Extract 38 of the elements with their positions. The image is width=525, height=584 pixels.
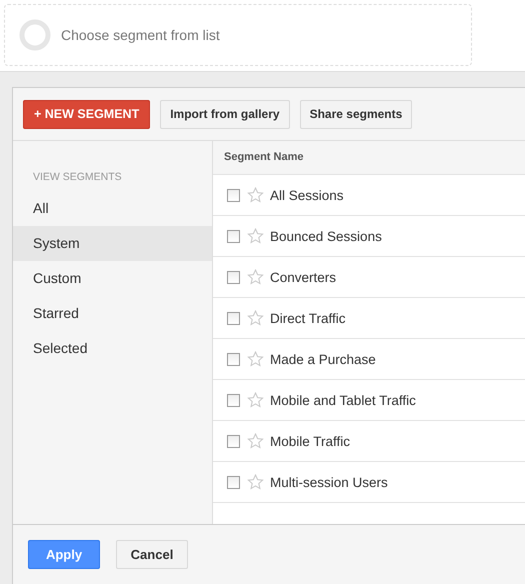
star-icon[interactable]: [247, 187, 264, 203]
toolbar-button[interactable]: Import from gallery: [160, 100, 290, 128]
segment-picker[interactable]: Choose segment from list: [4, 4, 472, 66]
checkbox[interactable]: [227, 230, 240, 242]
segment-name: Bounced Sessions: [270, 228, 382, 244]
toolbar-button[interactable]: Share segments: [300, 100, 412, 128]
segment-name: Direct Traffic: [270, 310, 346, 326]
checkbox[interactable]: [227, 312, 240, 324]
star-icon[interactable]: [247, 392, 264, 408]
new-segment-button[interactable]: + NEW SEGMENT: [23, 100, 150, 128]
segment-name: Made a Purchase: [270, 352, 376, 366]
checkbox[interactable]: [227, 270, 240, 284]
checkbox[interactable]: [227, 476, 240, 488]
segment-name: Converters: [270, 270, 336, 284]
sidebar-item[interactable]: System: [13, 226, 212, 261]
sidebar-item[interactable]: Selected: [13, 331, 212, 366]
checkbox[interactable]: [227, 188, 240, 202]
checkbox[interactable]: [227, 394, 240, 406]
checkbox[interactable]: [227, 434, 240, 448]
picker-placeholder: Choose segment from list: [61, 27, 220, 43]
segment-name: Mobile and Tablet Traffic: [270, 392, 416, 408]
star-icon[interactable]: [247, 474, 264, 490]
star-icon[interactable]: [247, 351, 264, 367]
segment-name: All Sessions: [270, 188, 344, 202]
star-icon[interactable]: [247, 269, 264, 285]
star-icon[interactable]: [247, 310, 264, 326]
segment-name: Mobile Traffic: [270, 434, 350, 448]
sidebar-item[interactable]: All: [13, 191, 212, 226]
spinner-icon: [19, 19, 51, 51]
sidebar-heading: VIEW SEGMENTS: [32, 171, 123, 183]
star-icon[interactable]: [247, 433, 264, 449]
cancel-button[interactable]: Cancel: [116, 540, 188, 569]
sidebar-item[interactable]: Custom: [13, 261, 212, 296]
checkbox[interactable]: [227, 352, 240, 366]
star-icon[interactable]: [247, 228, 264, 244]
segment-name: Multi-session Users: [270, 474, 388, 490]
column-header: Segment Name: [213, 141, 525, 175]
sidebar-item[interactable]: Starred: [13, 296, 212, 331]
